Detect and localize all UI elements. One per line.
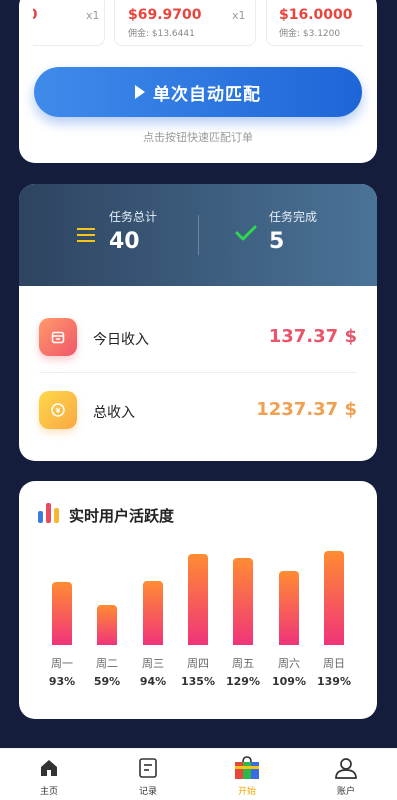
chart-category-label: 周日 bbox=[323, 657, 345, 670]
play-icon bbox=[135, 85, 145, 99]
task-done-label: 任务完成 bbox=[269, 210, 318, 224]
chart-value-label: 139% bbox=[317, 675, 351, 688]
chart-value-label: 129% bbox=[226, 675, 260, 688]
product-price: $69.9700 bbox=[128, 7, 202, 23]
chart-category-label: 周三 bbox=[142, 657, 164, 670]
match-hint: 点击按钮快速匹配订单 bbox=[143, 131, 253, 144]
task-done-value: 5 bbox=[269, 229, 285, 254]
bottom-nav: 主页 记录 开始 账户 bbox=[0, 748, 397, 800]
chart-category-label: 周五 bbox=[232, 657, 254, 670]
task-total-value: 40 bbox=[109, 229, 140, 254]
chart-value-label: 93% bbox=[48, 675, 76, 688]
nav-home[interactable]: 主页 bbox=[14, 755, 84, 797]
product-price: 00 bbox=[33, 7, 37, 23]
chart-category-label: 周六 bbox=[278, 657, 300, 670]
product-price: $16.0000 bbox=[279, 7, 353, 23]
today-income-row: 今日收入 137.37 $ bbox=[39, 318, 357, 364]
chart-bar bbox=[279, 571, 299, 645]
auto-match-button[interactable]: 单次自动匹配 bbox=[34, 67, 362, 117]
chart-bar bbox=[324, 551, 344, 645]
nav-record[interactable]: 记录 bbox=[113, 755, 183, 797]
total-income-value: 1237.37 $ bbox=[256, 399, 357, 420]
check-icon bbox=[235, 225, 257, 241]
nav-label: 开始 bbox=[237, 787, 256, 797]
account-icon bbox=[335, 758, 357, 779]
bar-chart: 周一 93% 周二 59% 周三 94% 周四 135% 周五 129% 周六 109% 周日 139% bbox=[19, 481, 377, 719]
today-income-label: 今日收入 bbox=[93, 332, 149, 348]
chart-bar bbox=[143, 581, 163, 645]
chart-value-label: 109% bbox=[272, 675, 306, 688]
product-card[interactable]: $16.0000 佣金: $3.1200 bbox=[266, 0, 363, 46]
record-icon bbox=[139, 758, 157, 778]
product-strip: 00 x1 00 $69.9700 x1 佣金: $13.6441 $16.00… bbox=[33, 0, 363, 46]
list-icon bbox=[77, 228, 95, 242]
nav-label: 账户 bbox=[336, 787, 355, 797]
total-income-label: 总收入 bbox=[93, 405, 135, 421]
chart-category-label: 周四 bbox=[187, 657, 209, 670]
total-income-row: 总收入 1237.37 $ bbox=[39, 391, 357, 437]
chart-value-label: 59% bbox=[93, 675, 121, 688]
calendar-icon bbox=[39, 318, 77, 356]
chart-bar bbox=[97, 605, 117, 645]
chart-bar bbox=[233, 557, 253, 645]
start-icon bbox=[235, 756, 259, 779]
product-card[interactable]: $69.9700 x1 佣金: $13.6441 bbox=[114, 0, 256, 46]
task-total: 任务总计 40 bbox=[109, 208, 157, 254]
chart-bar bbox=[52, 582, 72, 645]
auto-match-label: 单次自动匹配 bbox=[153, 84, 261, 105]
product-commission: 佣金: $3.1200 bbox=[279, 29, 341, 39]
coin-icon bbox=[39, 391, 77, 429]
today-income-value: 137.37 $ bbox=[268, 326, 357, 347]
task-total-label: 任务总计 bbox=[109, 210, 158, 224]
chart-category-label: 周二 bbox=[96, 657, 118, 670]
chart-value-label: 94% bbox=[139, 675, 167, 688]
stats-card: 任务总计 40 任务完成 5 今日收入 137.37 $ 总收入 1237.37… bbox=[19, 184, 377, 461]
product-commission: 佣金: $13.6441 bbox=[128, 29, 195, 39]
task-done: 任务完成 5 bbox=[269, 208, 317, 254]
task-stats-header: 任务总计 40 任务完成 5 bbox=[19, 184, 377, 286]
home-icon bbox=[41, 760, 57, 776]
activity-chart-card: 实时用户活跃度 周一 93% 周二 59% 周三 94% 周四 135% 周五 129% 周六 109… bbox=[19, 481, 377, 719]
nav-label: 记录 bbox=[138, 787, 157, 797]
income-divider bbox=[39, 372, 357, 373]
chart-bar bbox=[188, 553, 208, 645]
product-qty: x1 bbox=[232, 9, 246, 22]
product-card[interactable]: 00 x1 00 bbox=[33, 0, 105, 46]
product-qty: x1 bbox=[86, 9, 100, 22]
nav-label: 主页 bbox=[39, 787, 58, 797]
match-card: 00 x1 00 $69.9700 x1 佣金: $13.6441 $16.00… bbox=[19, 0, 377, 163]
stats-divider bbox=[198, 215, 199, 255]
chart-category-label: 周一 bbox=[51, 657, 73, 670]
chart-value-label: 135% bbox=[181, 675, 215, 688]
nav-account[interactable]: 账户 bbox=[311, 755, 381, 797]
nav-start[interactable]: 开始 bbox=[212, 755, 282, 797]
